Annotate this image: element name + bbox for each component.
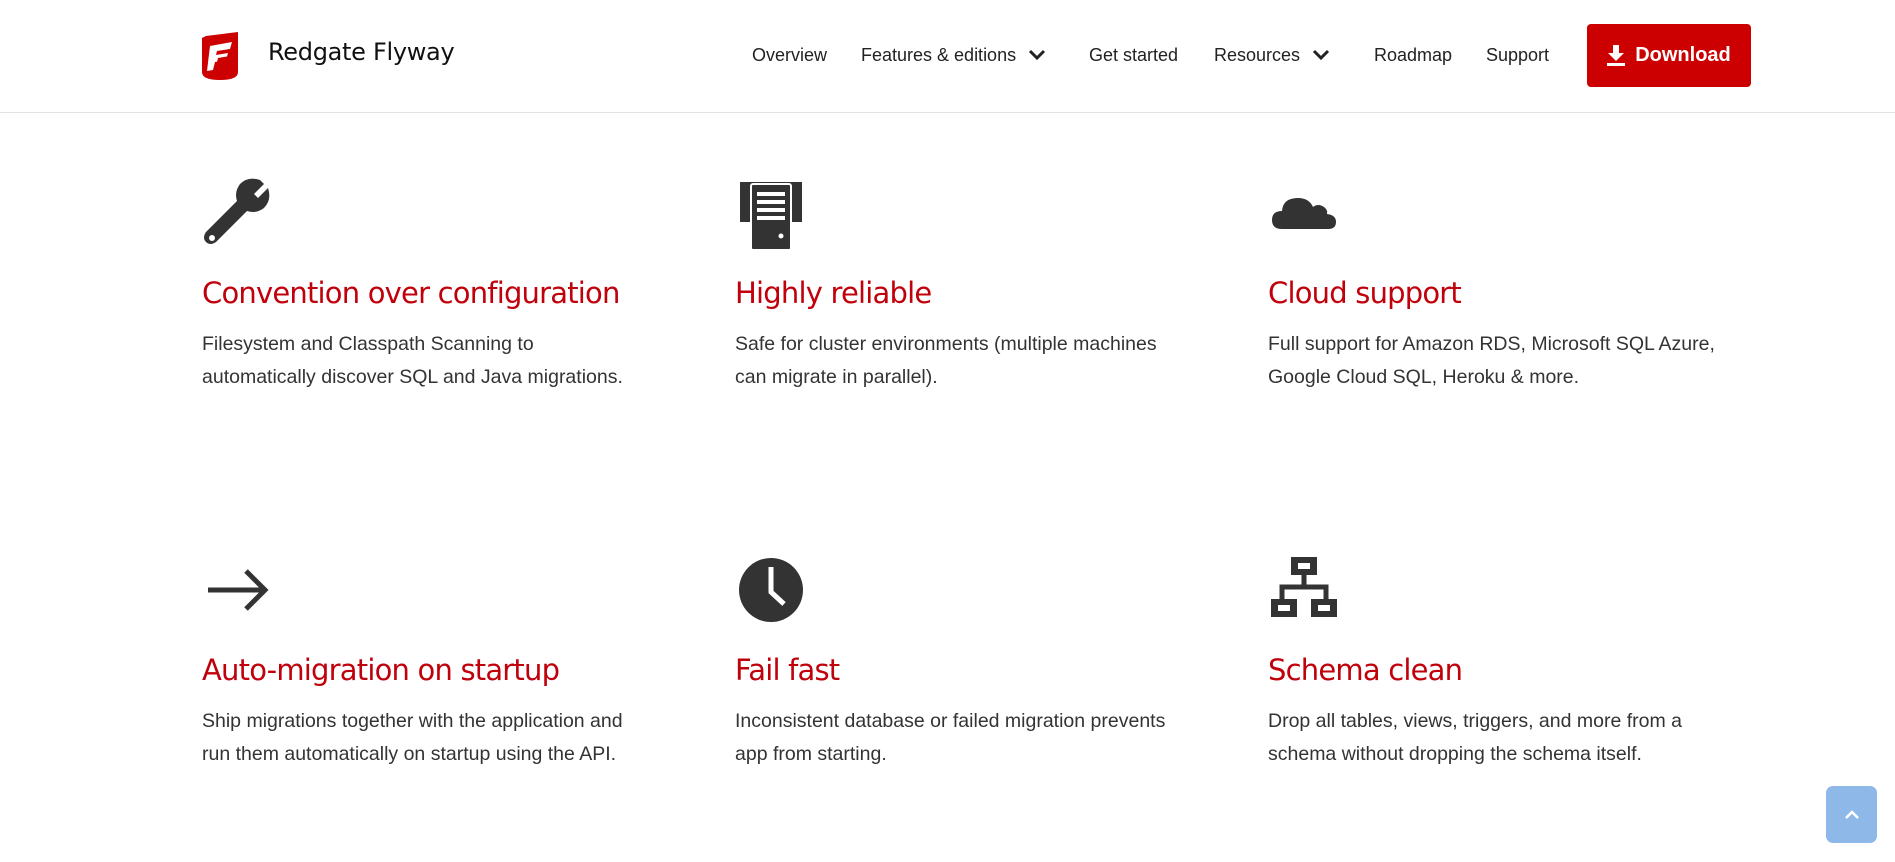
feature-description: Safe for cluster environments (multiple … — [735, 333, 1157, 388]
feature-title: Cloud support — [1268, 276, 1462, 310]
download-button-label: Download — [1635, 44, 1731, 66]
clock-icon — [735, 555, 807, 627]
nav-features-editions[interactable]: Features & editions — [861, 44, 1046, 66]
feature-description: Inconsistent database or failed migratio… — [735, 710, 1166, 765]
cloud-icon — [1268, 178, 1340, 250]
site-header: Redgate Flyway Overview Features & editi… — [0, 0, 1895, 113]
nav-resources[interactable]: Resources — [1214, 44, 1330, 66]
chevron-up-icon — [1844, 809, 1859, 819]
nav-features-editions-label: Features & editions — [861, 44, 1017, 65]
nav-overview[interactable]: Overview — [752, 44, 827, 66]
arrow-right-icon — [202, 555, 274, 627]
brand-name[interactable]: Redgate Flyway — [268, 38, 455, 66]
feature-description: Drop all tables, views, triggers, and mo… — [1268, 710, 1682, 765]
nav-support[interactable]: Support — [1486, 44, 1549, 66]
feature-description: Full support for Amazon RDS, Microsoft S… — [1268, 333, 1715, 388]
nav-roadmap[interactable]: Roadmap — [1374, 44, 1452, 66]
nav-get-started-label: Get started — [1089, 44, 1179, 65]
feature-description: Filesystem and Classpath Scanning to aut… — [202, 333, 623, 388]
chevron-down-icon — [1312, 49, 1330, 61]
feature-title: Highly reliable — [735, 276, 932, 310]
wrench-icon — [202, 178, 274, 250]
feature-title: Schema clean — [1268, 653, 1463, 687]
sitemap-icon — [1268, 555, 1340, 627]
nav-overview-label: Overview — [752, 44, 828, 65]
download-icon — [1607, 44, 1626, 66]
nav-support-label: Support — [1486, 44, 1550, 65]
feature-description: Ship migrations together with the applic… — [202, 710, 623, 765]
nav-get-started[interactable]: Get started — [1089, 44, 1178, 66]
nav-roadmap-label: Roadmap — [1374, 44, 1453, 65]
download-button[interactable]: Download — [1587, 24, 1751, 87]
feature-title: Convention over configuration — [202, 276, 620, 310]
flyway-logo-icon[interactable] — [200, 30, 240, 82]
scroll-to-top-button[interactable] — [1826, 786, 1877, 843]
server-icon — [735, 178, 807, 251]
nav-resources-label: Resources — [1214, 44, 1301, 65]
feature-title: Auto-migration on startup — [202, 653, 560, 687]
chevron-down-icon — [1029, 49, 1046, 61]
feature-title: Fail fast — [735, 653, 840, 687]
